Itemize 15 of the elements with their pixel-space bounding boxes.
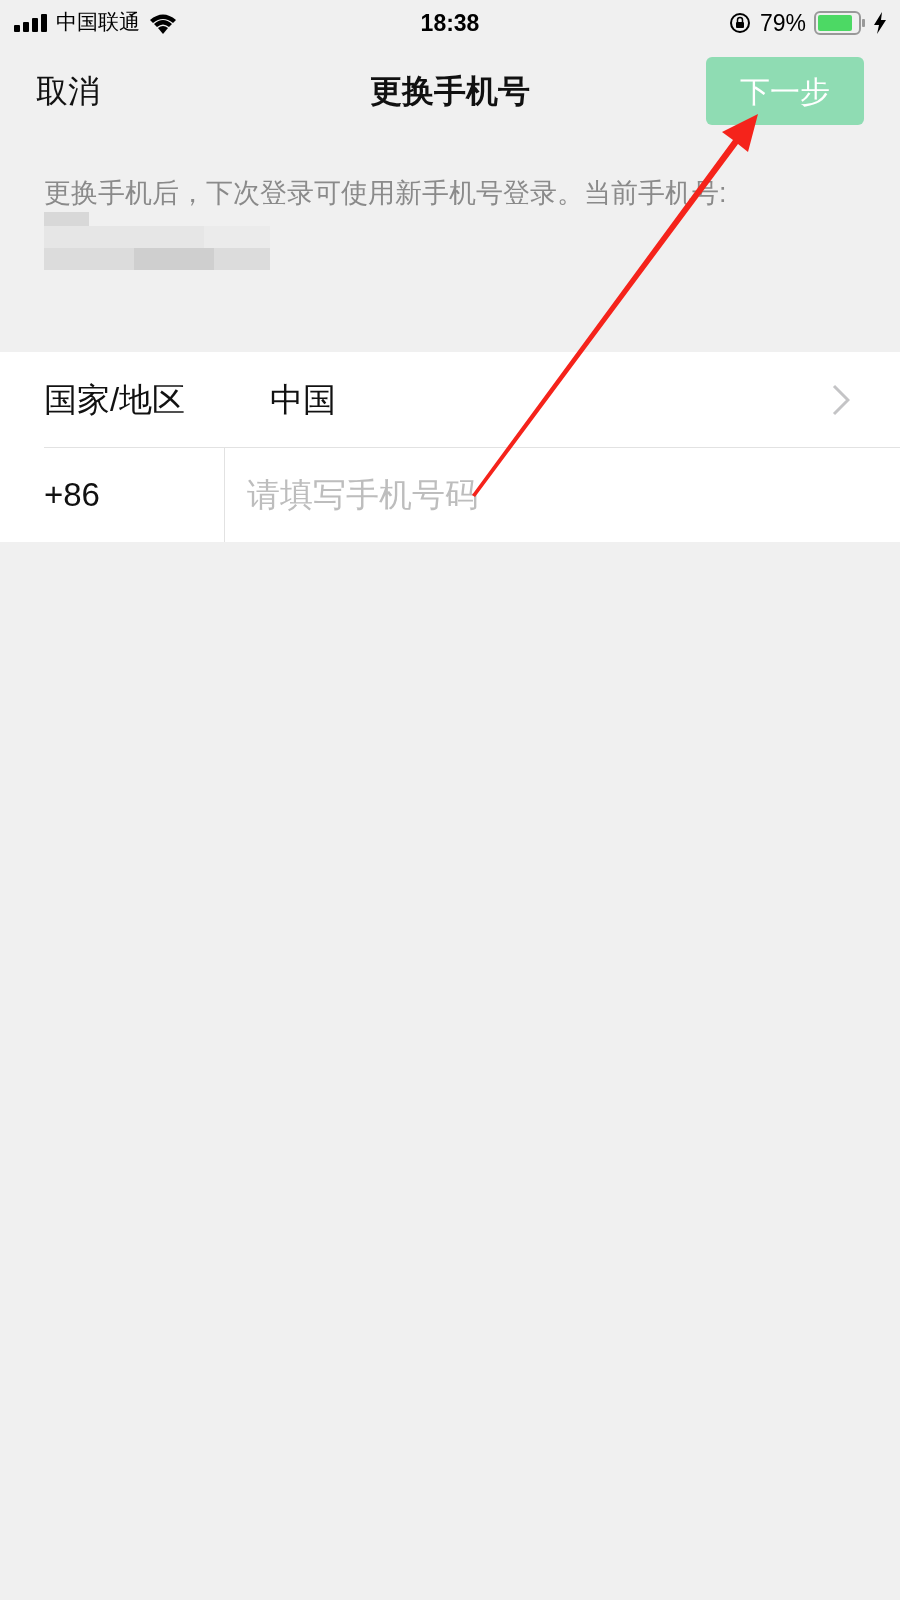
wifi-icon [148, 12, 178, 34]
field-label: 国家/地区 [44, 379, 187, 420]
battery-icon [814, 11, 866, 35]
page-title: 更换手机号 [370, 72, 530, 111]
country-code: +86 [44, 475, 101, 516]
cancel-button[interactable]: 取消 [36, 67, 100, 115]
battery-percent: 79% [759, 8, 806, 38]
charging-icon [874, 12, 886, 34]
signal-icon [14, 14, 48, 32]
carrier-name: 中国联通 [56, 9, 140, 37]
rotation-lock-icon [727, 11, 752, 35]
phone-input[interactable]: 请填写手机号码 [247, 470, 647, 520]
country-value[interactable]: 中国 [270, 374, 336, 425]
status-time: 18:38 [420, 8, 480, 38]
chevron-right-icon [832, 383, 850, 416]
